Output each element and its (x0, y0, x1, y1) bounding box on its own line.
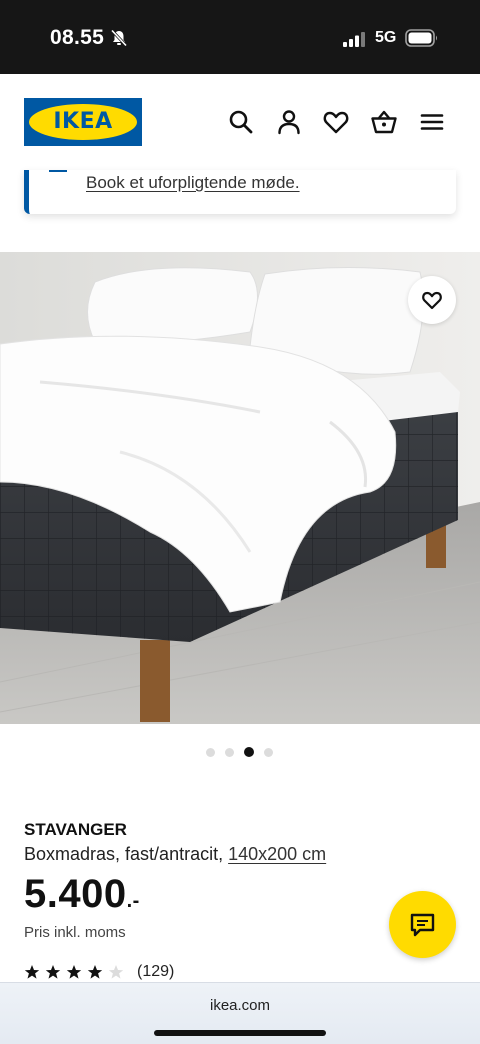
status-bar: 08.55 5G (0, 0, 480, 74)
product-description-text: Boxmadras, fast/antracit, (24, 844, 224, 864)
price: 5.400.- (24, 872, 140, 917)
network-label: 5G (375, 29, 397, 46)
heart-icon[interactable] (322, 108, 350, 136)
product-description: Boxmadras, fast/antracit, 140x200 cm (24, 844, 326, 865)
carousel-dot[interactable] (264, 747, 273, 757)
price-note: Pris inkl. moms (24, 924, 126, 941)
status-time: 08.55 (50, 26, 105, 49)
promo-accent (49, 170, 67, 172)
carousel-dot[interactable] (225, 747, 234, 757)
search-icon[interactable] (227, 108, 255, 136)
star-filled-icon (66, 965, 82, 979)
chat-icon (410, 913, 435, 937)
carousel-dot-active[interactable] (244, 747, 254, 757)
star-filled-icon (24, 965, 40, 979)
bell-muted-icon (110, 29, 128, 47)
add-to-favorites-button[interactable] (408, 276, 456, 324)
star-filled-icon (87, 965, 103, 979)
logo-text: IKEA (53, 109, 113, 134)
url-text[interactable]: ikea.com (0, 997, 480, 1014)
price-suffix: .- (126, 890, 140, 912)
home-indicator[interactable] (154, 1030, 326, 1036)
account-icon[interactable] (275, 108, 303, 136)
size-link[interactable]: 140x200 cm (228, 844, 326, 864)
basket-icon[interactable] (370, 108, 398, 136)
product-name: STAVANGER (24, 820, 127, 839)
price-value: 5.400 (24, 872, 127, 916)
chat-button[interactable] (389, 891, 456, 958)
carousel-dots (206, 746, 273, 758)
star-filled-icon (45, 965, 61, 979)
carousel-dot[interactable] (206, 747, 215, 757)
star-empty-icon (108, 965, 124, 979)
site-header: IKEA (0, 74, 480, 170)
rating[interactable]: (129) (24, 962, 174, 982)
signal-icon (343, 32, 365, 47)
bed-product-photo (0, 252, 480, 724)
ikea-logo[interactable]: IKEA (24, 98, 142, 146)
product-image[interactable] (0, 252, 480, 724)
browser-bar: ikea.com (0, 982, 480, 1044)
heart-icon (422, 291, 442, 310)
menu-icon[interactable] (418, 108, 446, 136)
review-count: (129) (137, 963, 175, 980)
book-meeting-link[interactable]: Book et uforpligtende møde. (86, 173, 300, 193)
rating-stars (24, 964, 129, 980)
battery-icon (405, 29, 437, 47)
promo-card: Book et uforpligtende møde. (24, 170, 456, 214)
